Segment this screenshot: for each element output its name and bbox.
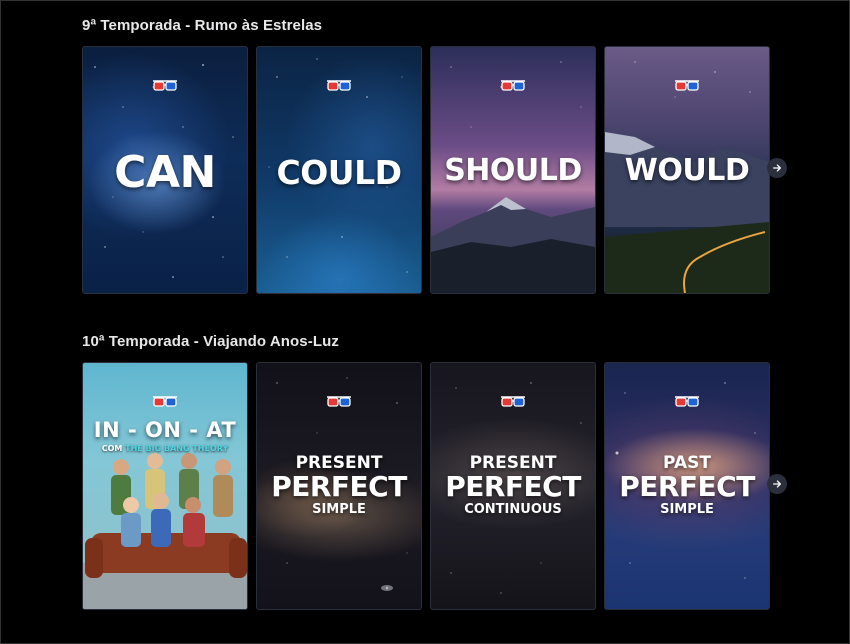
arrow-right-icon [773,164,781,172]
3d-glasses-icon [326,394,352,410]
card-word: CAN [114,147,216,198]
card-tense-text: PRESENT PERFECT CONTINUOUS [431,455,595,517]
tense-main: PERFECT [271,470,407,503]
card-tense-text: PAST PERFECT SIMPLE [605,455,769,517]
card-title: IN - ON - AT [93,418,237,442]
3d-glasses-icon [152,78,178,94]
tense-bottom: SIMPLE [312,502,366,517]
card-should[interactable]: SHOULD [430,46,596,294]
tense-bottom: SIMPLE [660,502,714,517]
card-word: SHOULD [444,153,582,188]
card-present-perfect-simple[interactable]: PRESENT PERFECT SIMPLE [256,362,422,610]
card-present-perfect-continuous[interactable]: PRESENT PERFECT CONTINUOUS [430,362,596,610]
card-subtitle-prefix: COM [101,444,123,453]
3d-glasses-icon [326,78,352,94]
card-word: WOULD [624,153,750,188]
arrow-right-icon [773,480,781,488]
carousel-season-9: CAN COULD SHOULD WOULD [82,46,792,294]
3d-glasses-icon [674,78,700,94]
card-past-perfect-simple[interactable]: PAST PERFECT SIMPLE [604,362,770,610]
card-word: COULD [276,153,403,192]
card-could[interactable]: COULD [256,46,422,294]
3d-glasses-icon [500,78,526,94]
card-in-on-at[interactable]: IN - ON - AT COM THE BIG BANG THEORY [82,362,248,610]
tense-main: PERFECT [619,470,755,503]
page: 9ª Temporada - Rumo às Estrelas CAN COUL… [0,0,850,644]
section-title-season-10: 10ª Temporada - Viajando Anos-Luz [82,333,339,350]
card-subtitle: COM THE BIG BANG THEORY [83,444,247,453]
carousel-season-10: IN - ON - AT COM THE BIG BANG THEORY PRE… [82,362,792,610]
carousel-next-button[interactable] [767,158,787,178]
tense-main: PERFECT [445,470,581,503]
section-title-season-9: 9ª Temporada - Rumo às Estrelas [82,17,323,34]
3d-glasses-icon [674,394,700,410]
card-can[interactable]: CAN [82,46,248,294]
card-would[interactable]: WOULD [604,46,770,294]
3d-glasses-icon [500,394,526,410]
carousel-next-button[interactable] [767,474,787,494]
3d-glasses-icon [152,394,178,410]
card-tense-text: PRESENT PERFECT SIMPLE [257,455,421,517]
card-subtitle-highlight: THE BIG BANG THEORY [125,444,229,453]
tense-bottom: CONTINUOUS [464,502,562,517]
